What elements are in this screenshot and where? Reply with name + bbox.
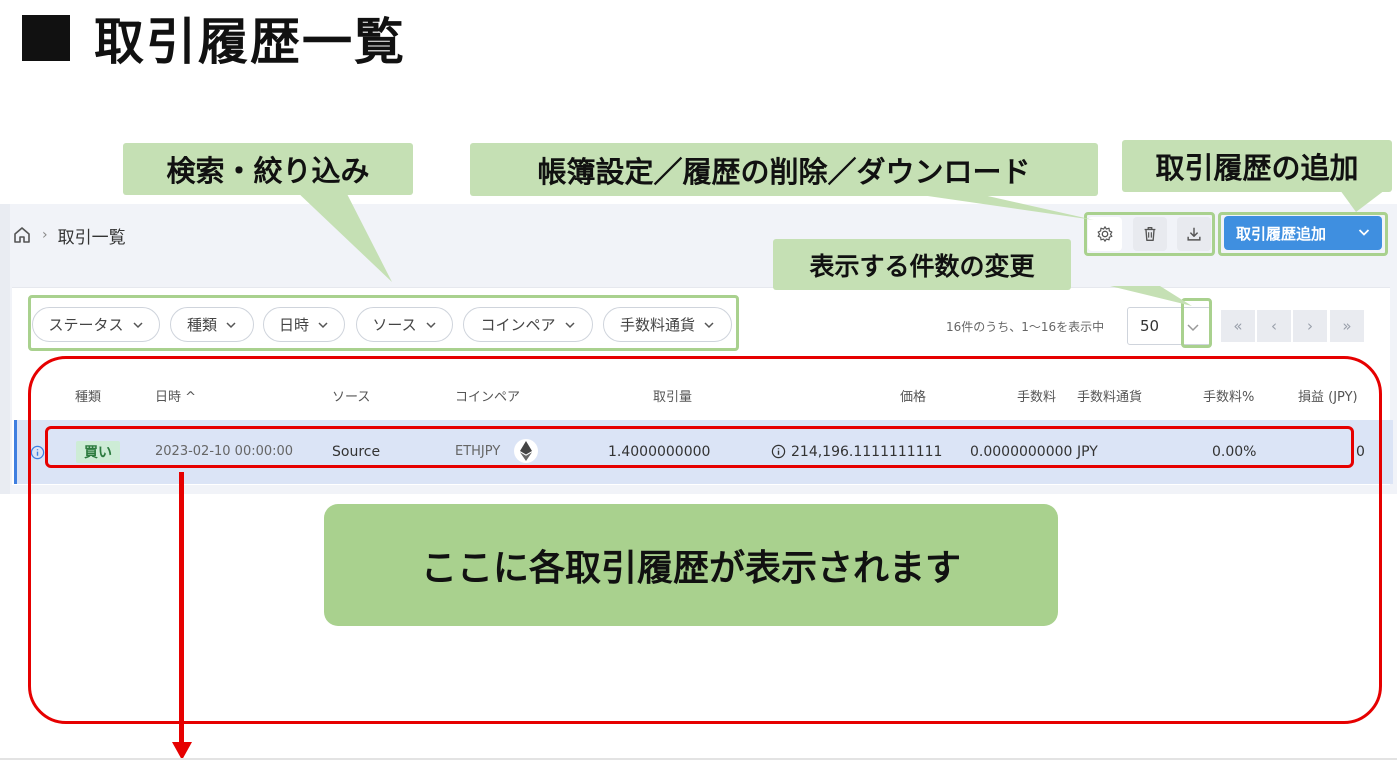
prev-page-button[interactable]: ‹ <box>1257 310 1291 342</box>
callout-search-filter: 検索・絞り込み <box>123 143 413 195</box>
callout-add-history: 取引履歴の追加 <box>1122 140 1392 192</box>
breadcrumb-separator: › <box>42 227 48 243</box>
callout-ledger-tools: 帳簿設定／履歴の削除／ダウンロード <box>470 143 1098 196</box>
callout-ledger-tools-text: 帳簿設定／履歴の削除／ダウンロード <box>537 154 1031 189</box>
bottom-divider <box>0 758 1397 760</box>
next-page-glyph: › <box>1307 317 1313 335</box>
per-page-highlight <box>1181 298 1212 348</box>
title-square-bullet <box>22 15 70 61</box>
tools-highlight <box>1084 212 1215 256</box>
first-page-glyph: « <box>1233 317 1243 335</box>
slide-title-text: 取引履歴一覧 <box>94 13 406 71</box>
row-outline <box>45 426 1354 468</box>
home-icon[interactable] <box>12 225 32 245</box>
next-page-button[interactable]: › <box>1293 310 1327 342</box>
per-page-value: 50 <box>1140 317 1160 335</box>
prev-page-glyph: ‹ <box>1271 317 1277 335</box>
callout-per-page: 表示する件数の変更 <box>773 239 1071 290</box>
arrow-line <box>179 472 184 744</box>
result-count-text: 16件のうち、1〜16を表示中 <box>946 320 1105 334</box>
callout-search-text: 検索・絞り込み <box>166 154 370 188</box>
add-button-highlight <box>1218 212 1388 256</box>
slide: 取引履歴一覧 › 取引一覧 取引履歴追加 ステータス 種類 日時 ソース コイン… <box>0 0 1397 762</box>
callout-per-page-text: 表示する件数の変更 <box>809 251 1035 281</box>
breadcrumb-current: 取引一覧 <box>57 227 126 248</box>
callout-history-list-text: ここに各取引履歴が表示されます <box>420 548 961 589</box>
app-left-strip <box>0 204 10 494</box>
breadcrumb: › 取引一覧 <box>12 222 126 248</box>
callout-add-history-text: 取引履歴の追加 <box>1155 151 1359 185</box>
last-page-glyph: » <box>1342 317 1352 335</box>
first-page-button[interactable]: « <box>1221 310 1255 342</box>
slide-title: 取引履歴一覧 <box>22 6 406 71</box>
last-page-button[interactable]: » <box>1330 310 1364 342</box>
filters-highlight <box>28 295 739 351</box>
callout-history-list: ここに各取引履歴が表示されます <box>324 504 1058 626</box>
